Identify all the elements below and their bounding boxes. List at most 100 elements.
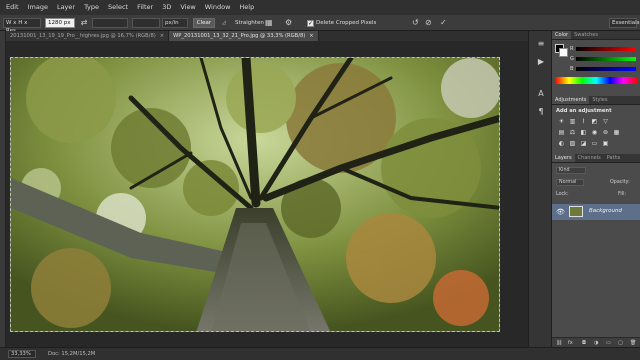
adjustments-panel-tabs: Adjustments Styles [552,96,640,105]
swap-icon[interactable]: ⇄ [79,18,89,28]
status-bar: 33,33% Doc: 15,2M/15,2M [0,347,640,360]
menu-filter[interactable]: Filter [133,0,158,15]
adjustments-heading: Add an adjustment [556,108,612,114]
eye-icon[interactable]: 👁 [556,208,565,216]
posterize-icon[interactable]: ▨ [569,140,576,147]
menu-window[interactable]: Window [200,0,235,15]
brightness-icon[interactable]: ☀ [558,118,565,125]
paragraph-icon[interactable]: ¶ [536,107,546,117]
menu-layer[interactable]: Layer [52,0,79,15]
tab-paths[interactable]: Paths [604,154,624,162]
tab-channels[interactable]: Channels [575,154,604,162]
layer-filter-dropdown[interactable]: Kind [556,167,586,174]
blue-slider[interactable]: B [570,66,636,72]
tab-adjustments[interactable]: Adjustments [552,96,590,104]
selective-color-icon[interactable]: ▣ [602,140,609,147]
levels-icon[interactable]: ▥ [569,118,576,125]
panel-icon-strip: ≡ ▶ A ¶ [528,31,552,347]
ratio-preset-dropdown[interactable]: W x H x Res. [3,18,41,34]
zoom-field[interactable]: 33,33% [8,350,36,358]
color-lookup-icon[interactable]: ▦ [613,129,620,136]
text-icon[interactable]: A [536,89,546,99]
straighten-button[interactable]: Straighten [235,18,264,28]
channel-label: G [570,56,574,62]
document-tabs: 20131001_13_19_19_Pro__highres.jpg @ 16,… [6,31,528,41]
lock-label: Lock: [556,192,569,197]
close-icon[interactable]: × [309,33,313,39]
tab-swatches[interactable]: Swatches [571,31,601,39]
invert-icon[interactable]: ◐ [558,140,565,147]
menu-view[interactable]: View [176,0,200,15]
tab-document-2[interactable]: WP_20131001_13_32_21_Pro.jpg @ 33,3% (RG… [169,31,319,41]
tab-label: WP_20131001_13_32_21_Pro.jpg @ 33,3% (RG… [173,33,306,39]
opacity-label: Opacity: [610,180,630,185]
menu-type[interactable]: Type [80,0,104,15]
reset-icon[interactable]: ↺ [412,18,422,28]
close-icon[interactable]: × [160,33,164,39]
tab-color[interactable]: Color [552,31,572,39]
curves-icon[interactable]: ⌇ [580,118,587,125]
commit-icon[interactable]: ✓ [440,18,450,28]
delete-cropped-label: Delete Cropped Pixels [316,20,377,26]
tab-document-1[interactable]: 20131001_13_19_19_Pro__highres.jpg @ 16,… [6,31,170,41]
color-panel: Color Swatches R G B [552,31,640,87]
resolution-unit-dropdown[interactable]: px/in [162,18,188,28]
vibrance-icon[interactable]: ▽ [602,118,609,125]
clear-button[interactable]: Clear [193,18,215,28]
blend-mode-dropdown[interactable]: Normal [556,179,584,186]
trash-icon[interactable]: 🗑 [630,340,636,346]
resolution-input[interactable] [132,18,160,28]
black-white-icon[interactable]: ◧ [580,129,587,136]
mask-icon[interactable]: ◘ [582,340,586,346]
layer-name: Background [589,208,622,214]
group-icon[interactable]: ▭ [606,340,611,346]
red-slider[interactable]: R [570,46,636,52]
document-image[interactable] [10,57,500,332]
menu-help[interactable]: Help [235,0,259,15]
menu-image[interactable]: Image [23,0,52,15]
doc-size-info[interactable]: Doc: 15,2M/15,2M [48,350,95,358]
height-input[interactable] [92,18,128,28]
photo-filter-icon[interactable]: ◉ [591,129,598,136]
gear-icon[interactable]: ⚙ [285,18,295,28]
color-balance-icon[interactable]: ⚖ [569,129,576,136]
channel-label: B [570,66,574,72]
delete-cropped-checkbox[interactable]: ✓ [307,20,314,27]
menu-select[interactable]: Select [104,0,133,15]
background-swatch[interactable] [559,48,568,57]
threshold-icon[interactable]: ◪ [580,140,587,147]
color-spectrum[interactable] [555,77,637,84]
hue-saturation-icon[interactable]: ▤ [558,129,565,136]
play-icon[interactable]: ▶ [536,57,546,67]
color-panel-tabs: Color Swatches [552,31,640,40]
channel-label: R [570,46,574,52]
new-layer-icon[interactable]: ▢ [618,340,623,346]
width-input[interactable]: 1280 px [45,18,75,28]
tab-styles[interactable]: Styles [589,96,610,104]
tab-layers[interactable]: Layers [552,154,575,162]
tree-photo [11,58,499,331]
layers-panel: Layers Channels Paths Kind Normal Opacit… [552,154,640,347]
history-icon[interactable]: ≡ [536,39,546,49]
menu-edit[interactable]: Edit [0,0,23,15]
link-icon[interactable]: ⛓ [556,340,562,346]
crop-grid-icon[interactable]: ▦ [265,18,275,28]
layers-panel-tabs: Layers Channels Paths [552,154,640,163]
canvas-area[interactable] [6,41,528,347]
menu-3d[interactable]: 3D [158,0,176,15]
exposure-icon[interactable]: ◩ [591,118,598,125]
fx-icon[interactable]: fx [568,340,573,346]
options-bar: W x H x Res. 1280 px ⇄ px/in Clear ◿ Str… [0,15,640,34]
straighten-icon[interactable]: ◿ [222,18,230,28]
gradient-map-icon[interactable]: ▭ [591,140,598,147]
layer-thumbnail [569,206,583,217]
right-panels: Color Swatches R G B Adjustments Styles … [552,31,640,347]
layers-footer: ⛓ fx ◘ ◑ ▭ ▢ 🗑 [552,337,640,347]
green-slider[interactable]: G [570,56,636,62]
channel-mixer-icon[interactable]: ⊚ [602,129,609,136]
tab-label: 20131001_13_19_19_Pro__highres.jpg @ 16,… [10,33,156,39]
cancel-icon[interactable]: ⊘ [425,18,435,28]
adjustment-layer-icon[interactable]: ◑ [594,340,598,346]
layer-row-background[interactable]: 👁 Background [552,204,640,220]
workspace-dropdown[interactable]: Essentials [609,18,640,28]
